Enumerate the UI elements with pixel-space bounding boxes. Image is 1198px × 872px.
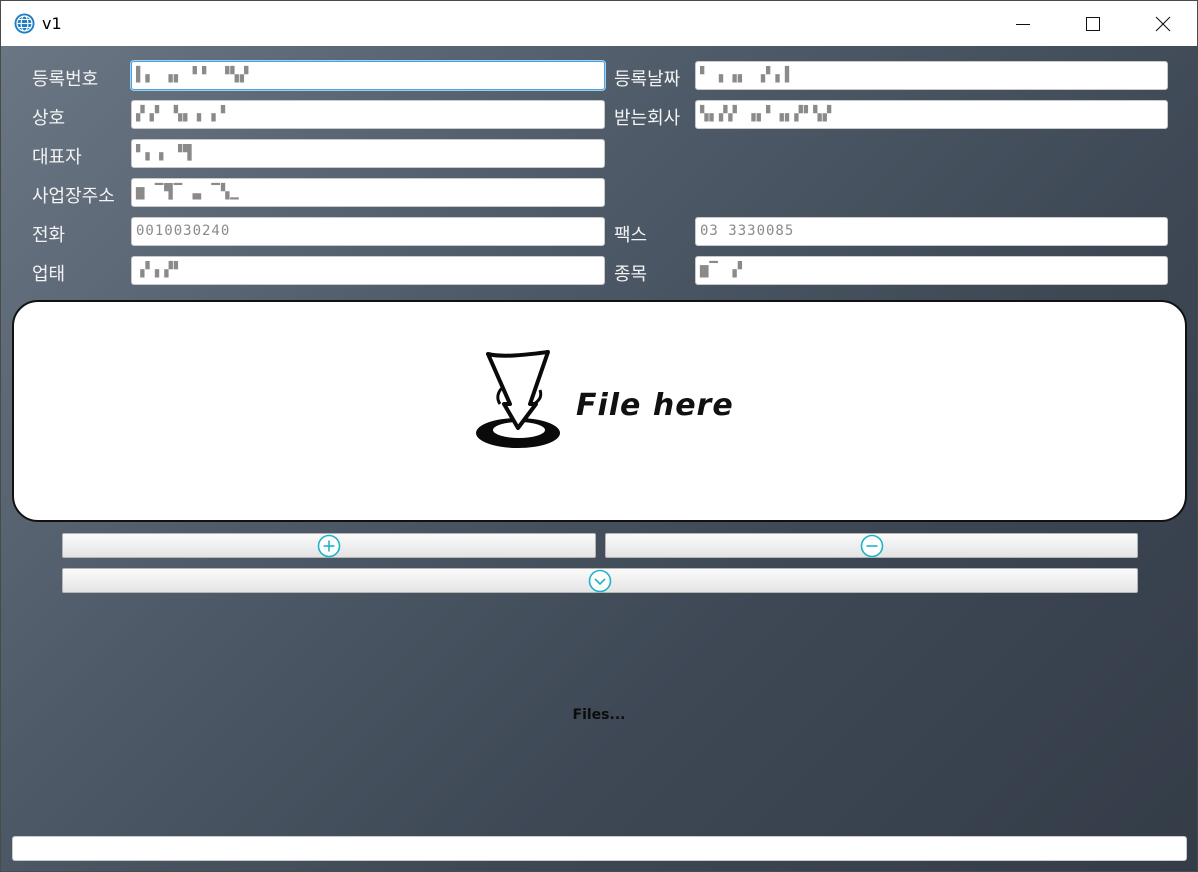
maximize-icon	[1086, 16, 1100, 31]
company-field[interactable]: ▞▗▘ ▚▖▗ ▖▘	[131, 100, 605, 129]
expand-button[interactable]	[62, 568, 1138, 593]
reg-date-field[interactable]: ▘ ▖▗▖ ▗▘▖▌	[695, 61, 1168, 90]
ceo-field[interactable]: ▘▖▗ ▝▜	[131, 139, 605, 168]
window-title: v1	[42, 14, 62, 33]
reg-no-field[interactable]: ▌▖ ▗▖ ▘▘ ▝▚▞	[131, 61, 605, 90]
minimize-icon	[1016, 23, 1030, 25]
recv-company-label: 받는회사	[614, 108, 681, 129]
drop-arrow-icon	[476, 350, 560, 448]
recv-company-field[interactable]: ▚▖▞▞ ▗▖▘▗▖▞▘▚▞	[695, 100, 1168, 129]
biz-type-field[interactable]: ▗▘▖▞▘	[131, 256, 605, 285]
close-button[interactable]	[1128, 1, 1198, 46]
biz-item-field[interactable]: ▆▔ ▗▘	[695, 256, 1168, 285]
close-icon	[1155, 16, 1171, 31]
maximize-button[interactable]	[1058, 1, 1128, 46]
minimize-button[interactable]	[988, 1, 1058, 46]
add-file-button[interactable]	[62, 533, 596, 558]
minus-circle-icon	[860, 534, 883, 557]
title-bar[interactable]: v1	[1, 1, 1197, 46]
address-field[interactable]: ▆ ▔▜▔ ▃ ▔▚▁	[131, 178, 605, 207]
reg-no-label: 등록번호	[32, 69, 99, 90]
fax-label: 팩스	[614, 225, 648, 246]
reg-date-label: 등록날짜	[614, 69, 681, 90]
files-list-placeholder: Files...	[572, 707, 626, 723]
drop-zone-text: File here	[576, 388, 734, 423]
biz-type-label: 업태	[32, 264, 66, 285]
plus-circle-icon	[317, 534, 341, 557]
fax-field[interactable]: 03 3330085	[695, 217, 1168, 246]
app-window: v1 등록번호 ▌▖ ▗▖ ▘▘ ▝▚▞ 등록날짜 ▘ ▖▗▖ ▗▘▖▌ 상호 …	[0, 0, 1198, 872]
phone-field[interactable]: 0010030240	[131, 217, 605, 246]
file-drop-zone[interactable]: File here	[12, 300, 1187, 522]
company-label: 상호	[32, 108, 66, 129]
remove-file-button[interactable]	[605, 533, 1138, 558]
phone-label: 전화	[32, 225, 66, 246]
globe-icon	[14, 13, 35, 34]
ceo-label: 대표자	[32, 147, 82, 168]
address-label: 사업장주소	[32, 186, 115, 207]
biz-item-label: 종목	[614, 264, 648, 285]
status-field[interactable]	[12, 836, 1187, 861]
main-content: 등록번호 ▌▖ ▗▖ ▘▘ ▝▚▞ 등록날짜 ▘ ▖▗▖ ▗▘▖▌ 상호 ▞▗▘…	[1, 46, 1197, 871]
chevron-down-circle-icon	[588, 569, 612, 592]
